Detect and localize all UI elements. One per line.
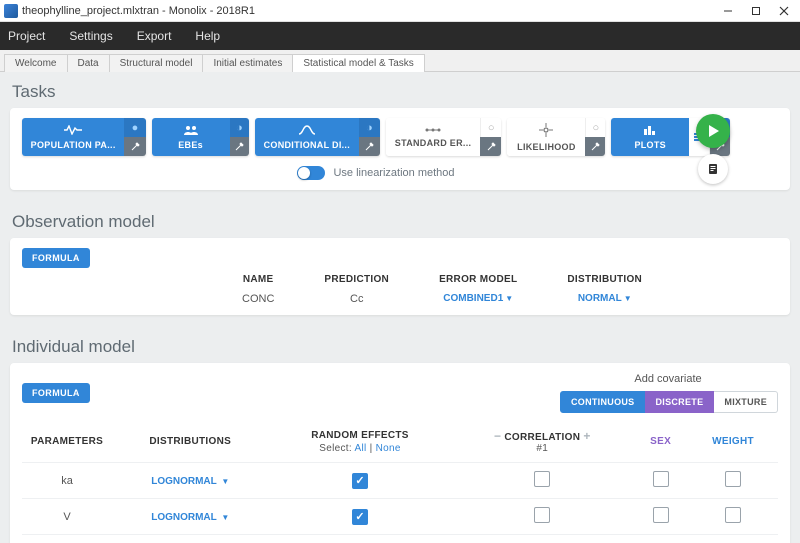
- header-parameters: PARAMETERS: [22, 421, 112, 463]
- menu-settings[interactable]: Settings: [69, 29, 112, 43]
- header-weight: WEIGHT: [688, 421, 778, 463]
- task-check-icon[interactable]: ●: [124, 118, 145, 137]
- tab-structural-model[interactable]: Structural model: [109, 54, 204, 72]
- obs-header-name: NAME: [242, 274, 274, 285]
- covariate-discrete-button[interactable]: DISCRETE: [645, 391, 714, 413]
- window-title: theophylline_project.mlxtran - Monolix -…: [22, 5, 255, 17]
- formula-button[interactable]: FORMULA: [22, 248, 90, 268]
- tasks-title: Tasks: [0, 72, 800, 108]
- param-name: ka: [22, 463, 112, 499]
- individual-table: PARAMETERS DISTRIBUTIONS RANDOM EFFECTS …: [22, 421, 778, 543]
- task-settings-button[interactable]: [585, 137, 605, 156]
- tasks-panel: POPULATION PA... ● EBEs ◑: [10, 108, 790, 190]
- task-settings-button[interactable]: [124, 137, 145, 156]
- report-button[interactable]: [698, 154, 728, 184]
- task-settings-button[interactable]: [359, 137, 380, 156]
- menu-project[interactable]: Project: [8, 29, 45, 43]
- obs-name-value: CONC: [242, 293, 274, 305]
- task-card-likelihood[interactable]: LIKELIHOOD ○: [507, 118, 605, 156]
- table-row: ClLOGNORMAL ▼: [22, 535, 778, 543]
- corr-add-icon[interactable]: +: [583, 429, 590, 443]
- formula-button[interactable]: FORMULA: [22, 383, 90, 403]
- window-close-button[interactable]: [770, 1, 798, 21]
- header-correlation: − CORRELATION + #1: [452, 421, 634, 463]
- tab-statistical-model[interactable]: Statistical model & Tasks: [292, 54, 424, 72]
- tabbar: Welcome Data Structural model Initial es…: [0, 50, 800, 72]
- task-card-conditional-distribution[interactable]: CONDITIONAL DI... ◑: [255, 118, 380, 156]
- linearization-label: Use linearization method: [333, 167, 454, 179]
- obs-header-error-model: ERROR MODEL: [439, 274, 517, 285]
- param-name: Cl: [22, 535, 112, 543]
- covariate-continuous-button[interactable]: CONTINUOUS: [560, 391, 646, 413]
- users-icon: [182, 125, 200, 135]
- table-row: V LOGNORMAL ▼: [22, 499, 778, 535]
- task-card-standard-errors[interactable]: STANDARD ER... ○: [386, 118, 501, 156]
- observation-panel: FORMULA NAME CONC PREDICTION Cc ERROR MO…: [10, 238, 790, 315]
- tab-data[interactable]: Data: [67, 54, 110, 72]
- menu-export[interactable]: Export: [137, 29, 172, 43]
- task-check-icon[interactable]: ○: [480, 118, 501, 137]
- bell-curve-icon: [298, 125, 316, 135]
- sex-checkbox[interactable]: [653, 471, 669, 487]
- corr-remove-icon[interactable]: −: [494, 429, 501, 443]
- obs-prediction-value: Cc: [324, 293, 389, 305]
- correlation-checkbox[interactable]: [534, 507, 550, 523]
- table-row: ka LOGNORMAL ▼: [22, 463, 778, 499]
- window-minimize-button[interactable]: [714, 1, 742, 21]
- sex-checkbox[interactable]: [653, 507, 669, 523]
- task-settings-button[interactable]: [480, 137, 501, 156]
- task-check-icon[interactable]: ◑: [359, 118, 380, 137]
- task-label: LIKELIHOOD: [517, 143, 576, 152]
- param-name: V: [22, 499, 112, 535]
- obs-header-prediction: PREDICTION: [324, 274, 389, 285]
- task-check-icon[interactable]: ◑: [230, 118, 249, 137]
- task-label: STANDARD ER...: [395, 139, 472, 148]
- random-effect-checkbox[interactable]: [352, 509, 368, 525]
- weight-checkbox[interactable]: [725, 471, 741, 487]
- window-maximize-button[interactable]: [742, 1, 770, 21]
- correlation-checkbox[interactable]: [534, 471, 550, 487]
- linearization-toggle[interactable]: [297, 166, 325, 180]
- run-button[interactable]: [696, 114, 730, 148]
- obs-error-dropdown[interactable]: COMBINED1▼: [439, 293, 517, 304]
- task-label: EBEs: [178, 141, 203, 150]
- tab-initial-estimates[interactable]: Initial estimates: [202, 54, 293, 72]
- individual-panel: FORMULA Add covariate CONTINUOUS DISCRET…: [10, 363, 790, 543]
- bar-chart-icon: [643, 125, 657, 135]
- covariate-mixture-button[interactable]: MIXTURE: [714, 391, 778, 413]
- target-icon: [539, 123, 553, 137]
- distribution-dropdown[interactable]: LOGNORMAL ▼: [151, 476, 229, 487]
- menubar: Project Settings Export Help: [0, 22, 800, 50]
- distribution-dropdown[interactable]: LOGNORMAL ▼: [151, 512, 229, 523]
- dots-icon: [424, 127, 442, 133]
- weight-checkbox[interactable]: [725, 507, 741, 523]
- task-card-population-parameters[interactable]: POPULATION PA... ●: [22, 118, 146, 156]
- task-check-icon[interactable]: ○: [585, 118, 605, 137]
- task-label: POPULATION PA...: [31, 141, 116, 150]
- header-sex: SEX: [633, 421, 688, 463]
- obs-distribution-dropdown[interactable]: NORMAL▼: [567, 293, 642, 304]
- random-effect-checkbox[interactable]: [352, 473, 368, 489]
- select-none-link[interactable]: None: [376, 443, 401, 454]
- tab-welcome[interactable]: Welcome: [4, 54, 68, 72]
- task-settings-button[interactable]: [230, 137, 249, 156]
- add-covariate-label: Add covariate: [558, 373, 778, 385]
- individual-title: Individual model: [0, 327, 800, 363]
- task-label: PLOTS: [634, 141, 666, 150]
- select-all-link[interactable]: All: [355, 443, 367, 454]
- menu-help[interactable]: Help: [195, 29, 220, 43]
- task-card-ebes[interactable]: EBEs ◑: [152, 118, 249, 156]
- observation-title: Observation model: [0, 202, 800, 238]
- window-titlebar: theophylline_project.mlxtran - Monolix -…: [0, 0, 800, 22]
- header-distributions: DISTRIBUTIONS: [112, 421, 269, 463]
- obs-header-distribution: DISTRIBUTION: [567, 274, 642, 285]
- header-random-effects: RANDOM EFFECTS Select: All | None: [269, 421, 452, 463]
- app-icon: [4, 4, 18, 18]
- pulse-icon: [64, 125, 82, 135]
- task-label: CONDITIONAL DI...: [264, 141, 350, 150]
